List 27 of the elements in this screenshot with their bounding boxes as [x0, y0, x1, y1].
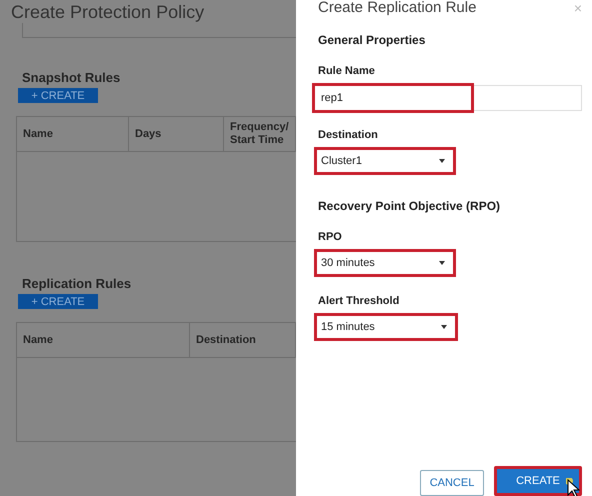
field-label: Destination [318, 129, 378, 141]
section-title: Snapshot Rules [22, 70, 122, 85]
caret-icon [439, 261, 445, 265]
dropdown[interactable]: 15 minutes [314, 313, 458, 341]
dropdown[interactable]: 30 minutes [314, 249, 456, 277]
field-label: Alert Threshold [318, 295, 400, 307]
caret-icon [439, 159, 445, 163]
create-button[interactable]: CREATE [494, 466, 582, 496]
column-header[interactable]: Destination [196, 334, 256, 346]
caret-icon [441, 325, 447, 329]
section-heading: Recovery Point Objective (RPO) [318, 199, 502, 213]
page-title: Create Protection Policy [11, 2, 206, 23]
cursor-icon [566, 478, 580, 496]
dropdown[interactable]: Cluster1 [314, 147, 456, 175]
column-header[interactable]: Name [23, 334, 53, 346]
cancel-button[interactable]: CANCEL [420, 470, 484, 496]
dialog-title: Create Replication Rule [318, 0, 476, 16]
create-button[interactable]: + CREATE [18, 88, 98, 103]
column-header[interactable]: Name [23, 128, 53, 140]
create-button[interactable]: + CREATE [18, 294, 98, 309]
column-header[interactable]: Days [135, 128, 162, 140]
field-label: Rule Name [318, 65, 375, 77]
column-header[interactable]: Frequency/ Start Time [230, 121, 295, 147]
section-heading: General Properties [318, 33, 426, 47]
input-field[interactable]: rep1 [314, 85, 582, 111]
field-label: RPO [318, 231, 342, 243]
section-title: Replication Rules [22, 276, 132, 291]
